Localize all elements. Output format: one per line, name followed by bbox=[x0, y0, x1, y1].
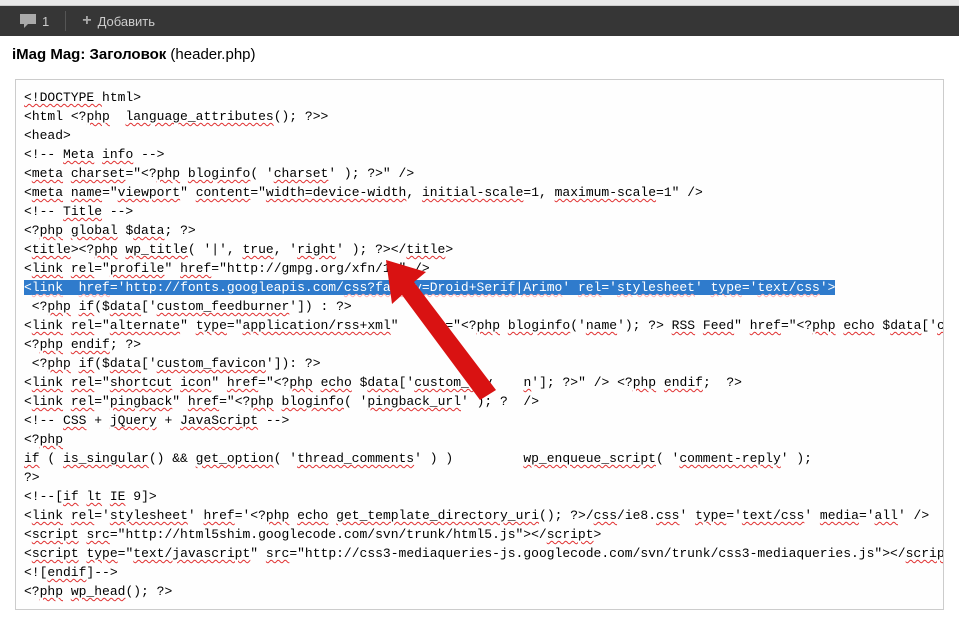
code-line[interactable]: <?php if($data['custom_favicon']): ?> bbox=[24, 354, 935, 373]
code-line[interactable]: <!--[if lt IE 9]> bbox=[24, 487, 935, 506]
code-line[interactable]: ?> bbox=[24, 468, 935, 487]
page-title-filename: (header.php) bbox=[166, 46, 255, 63]
code-line[interactable]: <link rel="pingback" href="<?php bloginf… bbox=[24, 392, 935, 411]
comment-count: 1 bbox=[42, 14, 49, 29]
code-line[interactable]: <script type="text/javascript" src="http… bbox=[24, 544, 935, 563]
code-line[interactable]: <link rel="alternate" type="application/… bbox=[24, 316, 935, 335]
code-line[interactable]: <![endif]--> bbox=[24, 563, 935, 582]
page-title-bold: iMag Mag: Заголовок bbox=[12, 46, 166, 63]
code-line[interactable]: <meta name="viewport" content="width=dev… bbox=[24, 183, 935, 202]
admin-toolbar: 1 + Добавить bbox=[0, 6, 959, 36]
highlighted-code-line: <link href='http://fonts.googleapis.com/… bbox=[24, 280, 835, 295]
code-line[interactable]: <?php bbox=[24, 430, 935, 449]
comments-button[interactable]: 1 bbox=[10, 10, 59, 33]
code-line[interactable]: <script src="http://html5shim.googlecode… bbox=[24, 525, 935, 544]
code-line[interactable]: <!DOCTYPE html> bbox=[24, 88, 935, 107]
code-line[interactable]: <html <?php language_attributes(); ?>> bbox=[24, 107, 935, 126]
page-title: iMag Mag: Заголовок (header.php) bbox=[0, 36, 959, 73]
toolbar-divider bbox=[65, 11, 66, 31]
code-line[interactable]: <title><?php wp_title( '|', true, 'right… bbox=[24, 240, 935, 259]
code-line[interactable]: if ( is_singular() && get_option( 'threa… bbox=[24, 449, 935, 468]
code-line[interactable]: <?php global $data; ?> bbox=[24, 221, 935, 240]
code-line[interactable]: <!-- Meta info --> bbox=[24, 145, 935, 164]
code-line[interactable]: <link rel='stylesheet' href='<?php echo … bbox=[24, 506, 935, 525]
code-line[interactable]: <link rel="profile" href="http://gmpg.or… bbox=[24, 259, 935, 278]
comment-icon bbox=[20, 14, 36, 28]
code-line[interactable]: <meta charset="<?php bloginfo( 'charset'… bbox=[24, 164, 935, 183]
code-line[interactable]: <link rel="shortcut icon" href="<?php ec… bbox=[24, 373, 935, 392]
code-line[interactable]: <?php endif; ?> bbox=[24, 335, 935, 354]
code-line[interactable]: <!-- CSS + jQuery + JavaScript --> bbox=[24, 411, 935, 430]
add-label: Добавить bbox=[98, 14, 155, 29]
code-line[interactable]: <?php wp_head(); ?> bbox=[24, 582, 935, 601]
code-editor[interactable]: <!DOCTYPE html><html <?php language_attr… bbox=[15, 79, 944, 610]
code-line[interactable]: <head> bbox=[24, 126, 935, 145]
plus-icon: + bbox=[82, 13, 91, 29]
add-new-button[interactable]: + Добавить bbox=[72, 9, 165, 33]
code-line[interactable]: <link href='http://fonts.googleapis.com/… bbox=[24, 278, 935, 297]
code-line[interactable]: <?php if($data['custom_feedburner']) : ?… bbox=[24, 297, 935, 316]
code-line[interactable]: <!-- Title --> bbox=[24, 202, 935, 221]
